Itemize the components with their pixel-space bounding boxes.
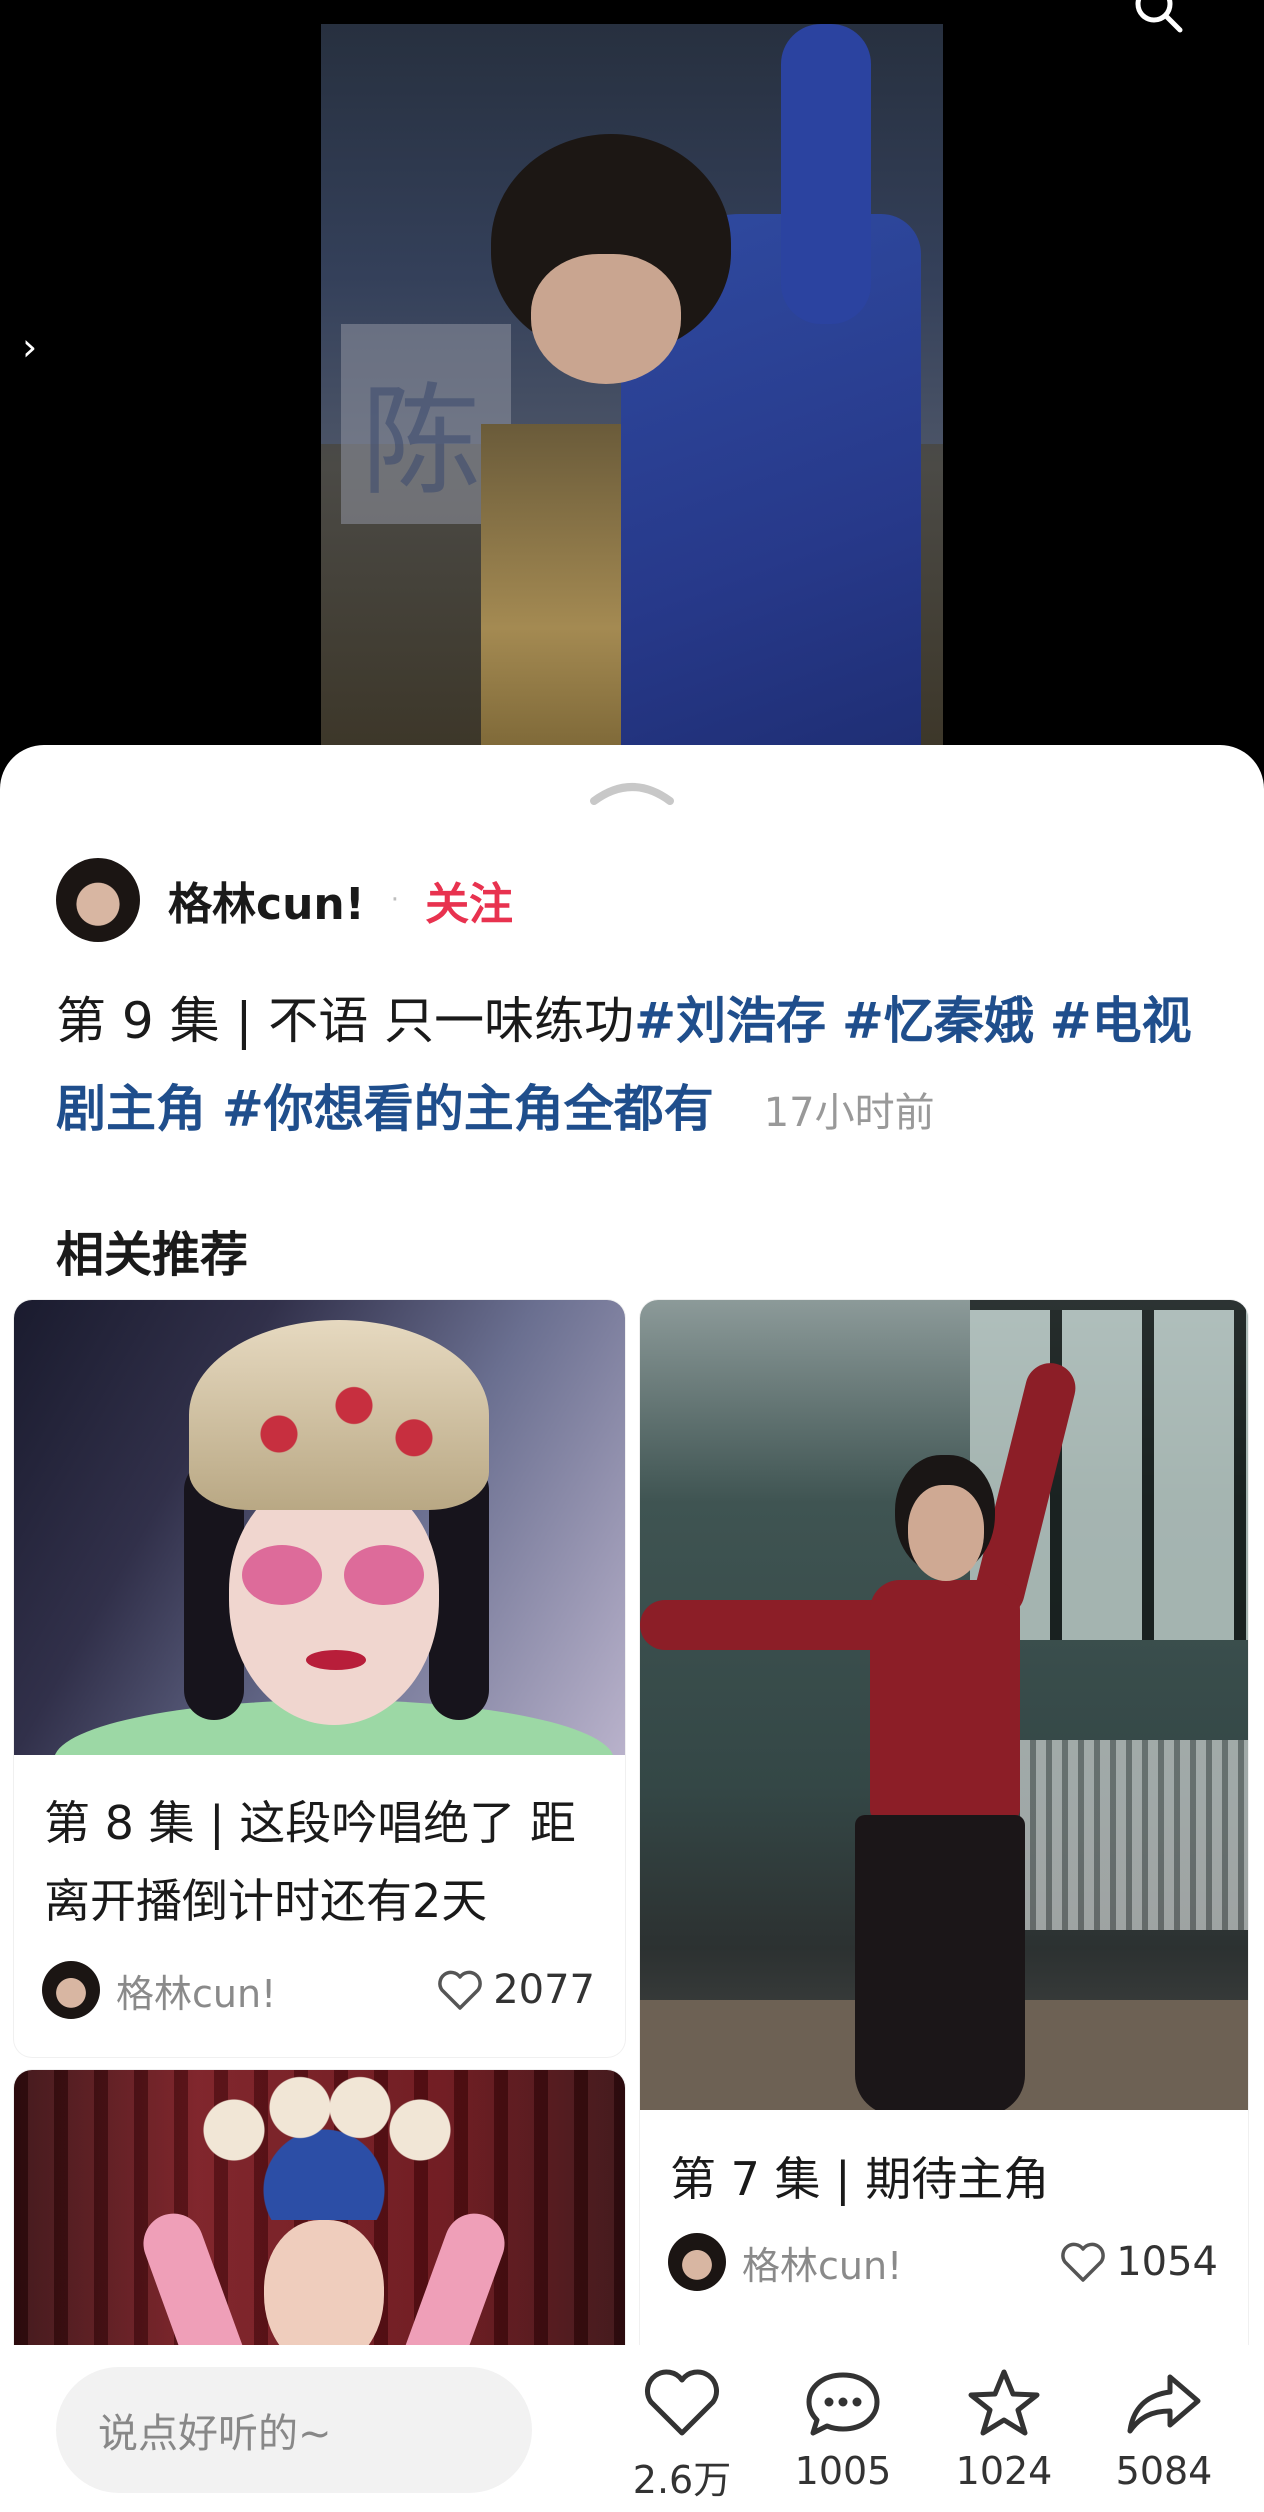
card-thumbnail: [640, 1300, 1248, 2110]
avatar: [42, 1961, 100, 2019]
card-title: 第 8 集 | 这段吟唱绝了 距 离开播倒计时还有2天: [44, 1784, 576, 1940]
avatar[interactable]: [56, 858, 140, 942]
hashtag-link[interactable]: #刘浩存: [634, 992, 826, 1050]
thumb-headdress: [174, 2070, 474, 2220]
bottom-action-bar: 说点好听的~ 2.6万 1005 1024 5084: [0, 2345, 1264, 2512]
thumb-face: [908, 1485, 984, 1581]
chevron-up-icon[interactable]: [588, 773, 676, 809]
related-card[interactable]: 第 7 集 | 期待主角 格林cun! 1054: [640, 1300, 1248, 2345]
related-card[interactable]: [14, 2070, 625, 2345]
comment-button[interactable]: 1005: [773, 2367, 913, 2493]
card-author: 格林cun!: [116, 1971, 277, 2016]
thumb-face: [264, 2220, 384, 2345]
video-player[interactable]: 陈 ›: [0, 0, 1264, 780]
video-sign-char: 陈: [361, 373, 481, 512]
share-count: 5084: [1115, 2449, 1213, 2493]
thumb-arm: [640, 1600, 900, 1650]
hashtag-link[interactable]: #忆秦娥: [842, 992, 1034, 1050]
heart-icon: [1061, 2242, 1105, 2282]
related-title: 相关推荐: [56, 1227, 249, 1283]
comment-icon: [806, 2372, 880, 2436]
detail-sheet: 格林cun! · 关注 第 9 集 | 不语 只一味练功#刘浩存 #忆秦娥 #电…: [0, 745, 1264, 2345]
avatar: [668, 2233, 726, 2291]
card-title-line: 第 8 集 | 这段吟唱绝了 距: [44, 1796, 576, 1850]
hashtag-link[interactable]: #你想看的主角全都有: [222, 1080, 714, 1138]
like-button[interactable]: 2.6万: [612, 2367, 752, 2504]
author-row: 格林cun! · 关注: [56, 857, 513, 943]
video-dancer-arm: [781, 24, 871, 324]
chevron-right-icon[interactable]: ›: [22, 328, 37, 366]
comment-input[interactable]: 说点好听的~: [56, 2367, 532, 2493]
separator-dot: ·: [390, 885, 400, 915]
card-thumbnail: [14, 1300, 625, 1755]
caption-text: 第 9 集 | 不语 只一味练功: [56, 992, 635, 1050]
card-thumbnail: [14, 2070, 625, 2345]
favorite-button[interactable]: 1024: [934, 2367, 1074, 2493]
thumb-skirt: [855, 1815, 1025, 2110]
thumb-torso: [870, 1580, 1020, 1820]
thumb-makeup: [344, 1545, 424, 1605]
thumb-makeup: [242, 1545, 322, 1605]
video-frame[interactable]: 陈: [321, 24, 943, 760]
card-like-count: 1054: [1116, 2239, 1218, 2285]
thumb-radiator: [1020, 1740, 1248, 1930]
card-title-line: 离开播倒计时还有2天: [44, 1874, 488, 1928]
author-name[interactable]: 格林cun!: [168, 868, 365, 932]
like-count: 2.6万: [632, 2458, 732, 2502]
heart-icon: [438, 1970, 482, 2010]
share-icon: [1127, 2374, 1201, 2434]
card-like-button[interactable]: 1054: [1060, 2239, 1218, 2285]
thumb-lip: [306, 1650, 366, 1670]
heart-icon: [645, 2369, 719, 2436]
card-meta: 格林cun! 2077: [42, 1960, 595, 2020]
thumb-headdress: [189, 1320, 489, 1510]
star-icon: [968, 2369, 1040, 2436]
card-meta: 格林cun! 1054: [668, 2232, 1218, 2292]
comment-count: 1005: [794, 2449, 892, 2493]
favorite-count: 1024: [955, 2449, 1053, 2493]
post-time: 17小时前: [763, 1090, 935, 1136]
card-like-count: 2077: [493, 1967, 595, 2013]
search-icon[interactable]: [1130, 0, 1184, 34]
post-caption: 第 9 集 | 不语 只一味练功#刘浩存 #忆秦娥 #电视剧主角 #你想看的主角…: [56, 977, 1216, 1157]
card-author: 格林cun!: [742, 2243, 903, 2288]
share-button[interactable]: 5084: [1094, 2367, 1234, 2493]
card-title: 第 7 集 | 期待主角: [670, 2152, 1050, 2206]
follow-button[interactable]: 关注: [425, 868, 513, 932]
video-dancer-face: [531, 254, 681, 384]
related-card[interactable]: 第 8 集 | 这段吟唱绝了 距 离开播倒计时还有2天 格林cun! 2077: [14, 1300, 625, 2057]
card-like-button[interactable]: 2077: [437, 1967, 595, 2013]
